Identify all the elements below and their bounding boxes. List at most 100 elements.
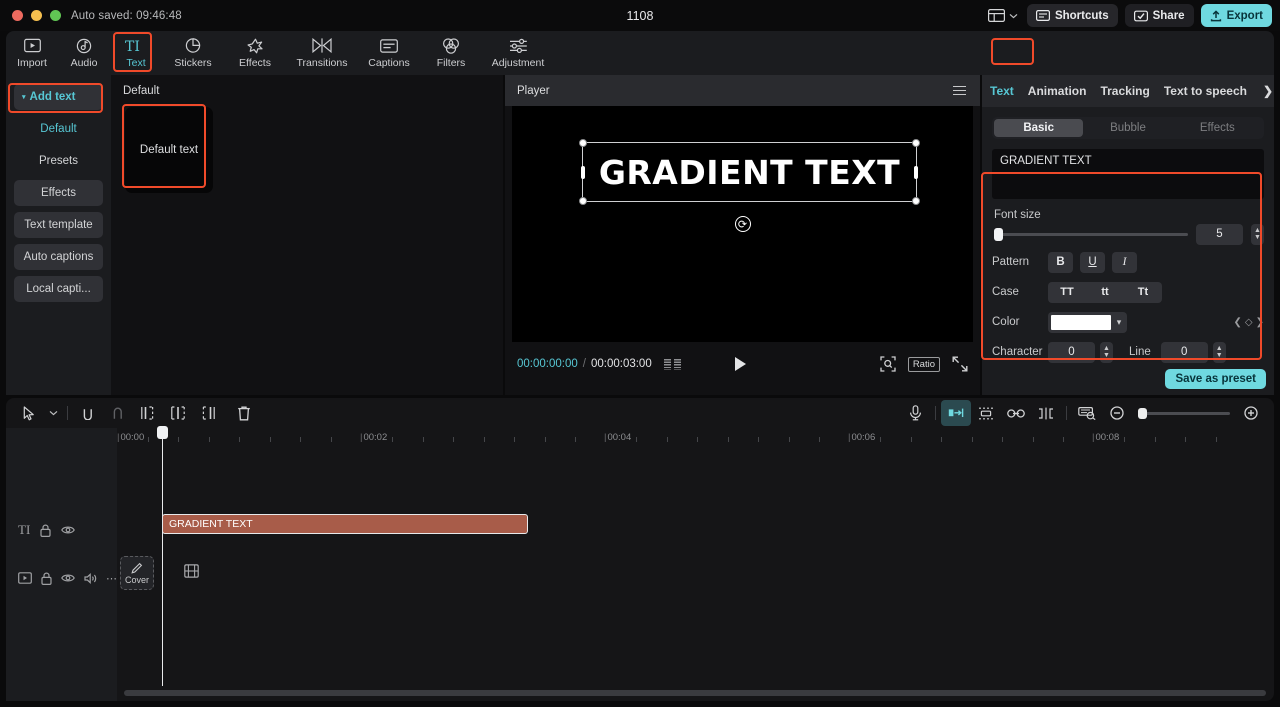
font-size-slider[interactable] — [994, 227, 1188, 241]
case-title-button[interactable]: Tt — [1124, 286, 1162, 298]
italic-button[interactable]: I — [1112, 251, 1137, 273]
pointer-icon[interactable] — [14, 400, 44, 426]
split-left-icon[interactable] — [133, 400, 163, 426]
timeline-zoom-knob[interactable] — [1138, 407, 1147, 419]
layout-switch-button[interactable] — [986, 6, 1020, 25]
crop-icon[interactable] — [1031, 400, 1061, 426]
resize-handle-top-left[interactable] — [579, 139, 587, 147]
tab-animation[interactable]: Animation — [1028, 84, 1087, 98]
chevron-right-icon[interactable]: ❯ — [1261, 84, 1273, 98]
underline-button[interactable]: U — [1080, 251, 1105, 273]
tool-adjustment[interactable]: Adjustment — [482, 32, 554, 74]
color-keyframe-controls[interactable]: ❮ ◇ ❯ — [1234, 317, 1264, 328]
hamburger-icon[interactable] — [953, 85, 966, 96]
tool-stickers[interactable]: Stickers — [162, 32, 224, 74]
zoom-out-icon[interactable] — [1102, 400, 1132, 426]
line-spacing-stepper[interactable]: ▲ ▼ — [1212, 341, 1226, 363]
speaker-icon[interactable] — [84, 572, 97, 584]
close-window-button[interactable] — [12, 10, 23, 21]
keyframe-next-icon[interactable]: ❯ — [1256, 317, 1264, 328]
text-selection-box[interactable]: GRADIENT TEXT — [579, 139, 920, 205]
case-upper-button[interactable]: TT — [1048, 286, 1086, 298]
resize-handle-right[interactable] — [914, 166, 918, 179]
font-size-slider-knob[interactable] — [994, 227, 1003, 241]
tool-transitions[interactable]: Transitions — [286, 32, 358, 74]
tab-tracking[interactable]: Tracking — [1100, 84, 1149, 98]
tab-text-to-speech[interactable]: Text to speech — [1164, 84, 1247, 98]
timeline-ruler[interactable]: |00:00 |00:02 |00:04 |00:06 |00:08 — [117, 428, 1274, 450]
film-icon[interactable] — [184, 564, 199, 578]
split-icon[interactable] — [163, 400, 193, 426]
maximize-window-button[interactable] — [50, 10, 61, 21]
color-picker[interactable]: ▾ — [1048, 311, 1127, 333]
tool-captions[interactable]: Captions — [358, 32, 420, 74]
playhead-grip[interactable] — [157, 426, 168, 439]
keyframe-diamond-icon[interactable]: ◇ — [1245, 317, 1253, 328]
line-spacing-value[interactable]: 0 — [1160, 341, 1208, 363]
auto-fit-icon[interactable] — [941, 400, 971, 426]
tool-effects[interactable]: Effects — [224, 32, 286, 74]
tool-import[interactable]: Import — [6, 32, 58, 74]
segment-bubble[interactable]: Bubble — [1083, 119, 1172, 137]
tool-filters[interactable]: Filters — [420, 32, 482, 74]
redo-icon[interactable] — [103, 400, 133, 426]
chevron-down-icon[interactable] — [44, 400, 62, 426]
eye-icon[interactable] — [61, 573, 75, 583]
segment-effects[interactable]: Effects — [1173, 119, 1262, 137]
font-size-value[interactable]: 5 — [1196, 223, 1243, 245]
export-button[interactable]: Export — [1200, 4, 1272, 27]
ratio-button[interactable]: Ratio — [907, 356, 940, 372]
font-size-stepper[interactable]: ▲ ▼ — [1251, 223, 1264, 245]
cover-button[interactable]: Cover — [120, 556, 154, 590]
chevron-down-icon[interactable]: ▾ — [1111, 317, 1127, 328]
mirror-icon[interactable] — [971, 400, 1001, 426]
frames-icon[interactable] — [663, 358, 681, 370]
play-icon[interactable] — [734, 357, 746, 371]
sidebar-item-effects[interactable]: Effects — [14, 180, 103, 206]
window-controls[interactable]: Auto saved: 09:46:48 — [0, 10, 182, 22]
character-spacing-value[interactable]: 0 — [1048, 341, 1095, 363]
preview-canvas[interactable]: GRADIENT TEXT ⟳ — [512, 106, 973, 342]
timeline-zoom-slider[interactable] — [1138, 407, 1230, 419]
split-right-icon[interactable] — [193, 400, 223, 426]
color-swatch[interactable] — [1051, 314, 1111, 330]
delete-icon[interactable] — [229, 400, 259, 426]
microphone-icon[interactable] — [900, 400, 930, 426]
case-lower-button[interactable]: tt — [1086, 286, 1124, 298]
keyframe-panel-icon[interactable] — [1072, 400, 1102, 426]
sidebar-item-default[interactable]: Default — [14, 116, 103, 142]
text-track-header[interactable]: TI — [6, 515, 117, 545]
resize-handle-bottom-right[interactable] — [912, 197, 920, 205]
link-icon[interactable] — [1001, 400, 1031, 426]
lock-icon[interactable] — [40, 524, 51, 537]
rotate-icon[interactable]: ⟳ — [734, 216, 751, 232]
sidebar-item-local-captions[interactable]: Local capti... — [14, 276, 103, 302]
save-as-preset-button[interactable]: Save as preset — [1165, 369, 1266, 389]
undo-icon[interactable] — [73, 400, 103, 426]
library-item-default-text[interactable]: Default text — [125, 107, 213, 193]
lock-icon[interactable] — [41, 572, 52, 585]
resize-handle-bottom-left[interactable] — [579, 197, 587, 205]
character-spacing-stepper[interactable]: ▲ ▼ — [1100, 341, 1113, 363]
tool-audio[interactable]: Audio — [58, 32, 110, 74]
segment-basic[interactable]: Basic — [994, 119, 1084, 137]
eye-icon[interactable] — [61, 525, 76, 535]
minimize-window-button[interactable] — [31, 10, 42, 21]
timeline-horizontal-scrollbar[interactable] — [124, 690, 1266, 696]
video-track-header[interactable]: ⋯ — [6, 563, 117, 593]
more-icon[interactable]: ⋯ — [106, 572, 118, 585]
sidebar-item-text-template[interactable]: Text template — [14, 212, 103, 238]
timeline-playhead[interactable] — [157, 426, 168, 686]
fullscreen-icon[interactable] — [952, 356, 968, 372]
tab-text[interactable]: Text — [990, 84, 1014, 98]
sidebar-item-add-text[interactable]: ▾ Add text — [14, 84, 103, 110]
text-content-input[interactable]: GRADIENT TEXT — [992, 149, 1264, 199]
timeline-text-clip[interactable]: GRADIENT TEXT — [162, 514, 528, 534]
sidebar-item-auto-captions[interactable]: Auto captions — [14, 244, 103, 270]
zoom-in-icon[interactable] — [1236, 400, 1266, 426]
resize-handle-left[interactable] — [581, 166, 585, 179]
tool-text[interactable]: TI Text — [110, 32, 162, 74]
share-button[interactable]: Share — [1124, 4, 1194, 27]
snapshot-icon[interactable] — [880, 356, 896, 372]
shortcuts-button[interactable]: Shortcuts — [1026, 4, 1118, 27]
